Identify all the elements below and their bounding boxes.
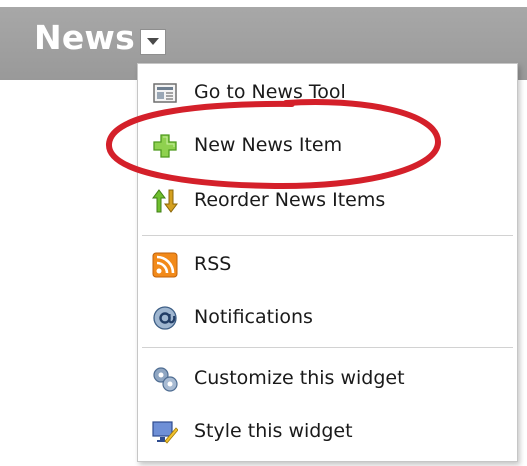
menu-item-notifications[interactable]: Notifications [138,293,517,341]
menu-item-rss[interactable]: RSS [138,240,517,288]
widget-title: News [34,18,135,57]
plus-icon [153,134,177,158]
menu-item-label: RSS [194,253,232,275]
page-top-strip [0,0,527,7]
rss-icon [152,252,178,278]
menu-divider [142,235,513,236]
menu-divider [142,347,513,348]
widget-dropdown-menu: Go to News Tool New News Item Reorder Ne… [137,63,518,462]
menu-item-go-to-news-tool[interactable]: Go to News Tool [138,68,517,116]
monitor-brush-icon [152,421,178,444]
menu-item-customize-widget[interactable]: Customize this widget [138,354,517,402]
menu-item-label: Go to News Tool [194,81,346,103]
at-sign-icon [153,306,177,330]
reorder-arrows-icon [152,189,178,213]
menu-item-label: Notifications [194,306,313,328]
menu-item-label: New News Item [194,134,343,156]
menu-item-label: Style this widget [194,420,353,442]
news-page-icon [153,83,177,103]
widget-menu-toggle[interactable] [140,29,166,55]
menu-item-style-widget[interactable]: Style this widget [138,407,517,455]
chevron-down-icon [147,38,159,45]
menu-item-new-news-item[interactable]: New News Item [138,121,517,169]
menu-item-label: Reorder News Items [194,189,386,211]
menu-item-label: Customize this widget [194,367,405,389]
gears-icon [153,367,178,392]
menu-item-reorder-news-items[interactable]: Reorder News Items [138,176,517,224]
